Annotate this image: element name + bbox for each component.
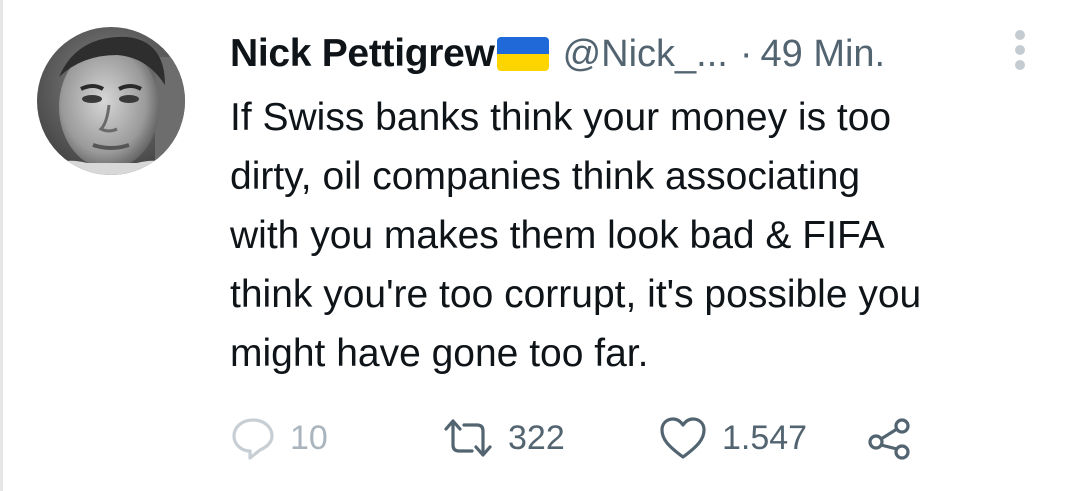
like-button[interactable]: 1.547 <box>658 412 807 464</box>
share-button[interactable] <box>866 412 914 464</box>
like-count: 1.547 <box>722 418 808 457</box>
retweet-icon <box>444 419 492 457</box>
reply-button[interactable]: 10 <box>230 412 328 464</box>
tweet-actions: 10 322 1.547 <box>230 412 1030 464</box>
tweet-header: Nick Pettigrew @Nick_... · 49 Min. <box>230 24 1030 84</box>
avatar-photo <box>37 27 185 175</box>
tweet-text-line: If Swiss banks think your money is too <box>230 96 892 139</box>
retweet-button[interactable]: 322 <box>442 412 565 464</box>
author-name[interactable]: Nick Pettigrew <box>230 32 495 76</box>
tweet-text-line: with you makes them look bad & FIFA <box>230 214 885 257</box>
reply-icon <box>232 418 274 460</box>
tweet-timestamp[interactable]: 49 Min. <box>761 33 886 76</box>
author-handle[interactable]: @Nick_... <box>563 33 728 76</box>
share-icon <box>868 418 910 460</box>
ukraine-flag-icon <box>496 37 549 71</box>
avatar[interactable] <box>37 27 185 175</box>
retweet-count: 322 <box>508 418 565 457</box>
tweet-text-line: might have gone too far. <box>230 332 649 375</box>
more-options-icon[interactable] <box>1010 28 1030 72</box>
reply-count: 10 <box>290 418 328 457</box>
heart-icon <box>660 417 706 459</box>
left-divider <box>0 0 3 491</box>
tweet-text-line: dirty, oil companies think associating <box>230 155 861 198</box>
tweet-text: If Swiss banks think your money is too d… <box>230 88 1060 383</box>
separator-dot: · <box>739 32 753 75</box>
tweet-text-line: think you're too corrupt, it's possible … <box>230 273 922 316</box>
